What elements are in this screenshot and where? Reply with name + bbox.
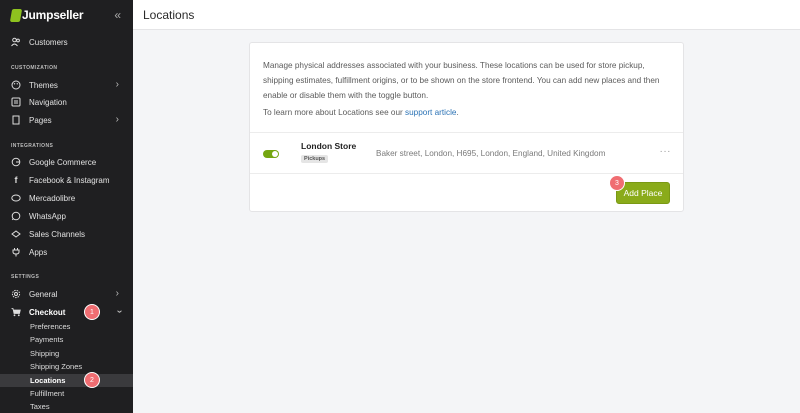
page-title: Locations: [143, 7, 195, 22]
sidebar-item-label: WhatsApp: [29, 211, 66, 221]
sidebar-sub-payments[interactable]: Payments: [0, 333, 133, 346]
location-enabled-toggle[interactable]: [263, 150, 279, 158]
location-tag: Pickups: [301, 155, 329, 163]
palette-icon: [11, 80, 21, 90]
navigation-icon: [11, 97, 21, 107]
sidebar-item-label: Pages: [29, 115, 52, 125]
users-icon: [11, 37, 21, 47]
sidebar-sub-shipping[interactable]: Shipping: [0, 347, 133, 360]
sidebar-item-label: Apps: [29, 247, 48, 257]
section-customization: CUSTOMIZATION: [11, 65, 58, 71]
sidebar-item-mercadolibre[interactable]: Mercadolibre: [0, 189, 133, 207]
collapse-sidebar-icon[interactable]: «: [114, 8, 121, 22]
logo-mark-icon: [9, 8, 23, 22]
sidebar-sub-shipping-zones[interactable]: Shipping Zones: [0, 360, 133, 373]
whatsapp-icon: [11, 211, 21, 221]
sidebar-item-customers[interactable]: Customers: [0, 33, 133, 51]
section-settings: SETTINGS: [11, 274, 40, 280]
sidebar-item-pages[interactable]: Pages ›: [0, 111, 133, 129]
sidebar-item-label: Sales Channels: [29, 229, 86, 239]
sidebar-item-label: Checkout: [29, 307, 66, 317]
sidebar-item-general[interactable]: General ›: [0, 285, 133, 303]
sidebar-item-sales-channels[interactable]: Sales Channels: [0, 225, 133, 243]
support-article-link[interactable]: support article: [405, 108, 456, 117]
chevron-down-icon: ›: [113, 309, 125, 314]
logo[interactable]: Jumpseller: [9, 8, 84, 22]
handshake-icon: [11, 193, 21, 203]
sidebar: Jumpseller « Customers CUSTOMIZATION The…: [0, 0, 133, 413]
sidebar-item-label: Customers: [29, 37, 68, 47]
sidebar-sub-fulfillment[interactable]: Fulfillment: [0, 387, 133, 400]
sidebar-sub-locations[interactable]: Locations: [0, 374, 133, 387]
sidebar-item-apps[interactable]: Apps: [0, 243, 133, 261]
chevron-right-icon: ›: [115, 79, 119, 90]
sidebar-item-label: General: [29, 289, 58, 299]
sidebar-item-label: Mercadolibre: [29, 193, 76, 203]
brand-bar: Jumpseller «: [0, 0, 133, 30]
step-badge-2: 2: [84, 372, 100, 388]
cart-icon: [11, 307, 21, 317]
facebook-icon: f: [14, 175, 18, 185]
step-badge-3: 3: [609, 175, 625, 191]
google-icon: [11, 157, 21, 167]
location-row: London Store Pickups Baker street, Londo…: [250, 132, 683, 174]
plug-icon: [11, 247, 21, 257]
locations-description: Manage physical addresses associated wit…: [263, 61, 660, 100]
sidebar-item-label: Facebook & Instagram: [29, 175, 110, 185]
locations-card: Manage physical addresses associated wit…: [249, 42, 684, 212]
learn-more-suffix: .: [456, 108, 459, 117]
learn-more-text: To learn more about Locations see our su…: [263, 108, 459, 117]
more-options-icon[interactable]: ···: [660, 146, 672, 157]
sidebar-item-label: Navigation: [29, 97, 67, 107]
learn-more-prefix: To learn more about Locations see our: [263, 108, 403, 117]
location-address: Baker street, London, H695, London, Engl…: [376, 149, 606, 158]
sidebar-item-label: Themes: [29, 80, 58, 90]
sidebar-item-facebook-instagram[interactable]: f Facebook & Instagram: [0, 171, 133, 189]
sidebar-item-checkout[interactable]: Checkout ›: [0, 303, 133, 321]
sidebar-sub-taxes[interactable]: Taxes: [0, 400, 133, 413]
logo-text: Jumpseller: [22, 8, 84, 22]
gear-icon: [11, 289, 21, 299]
section-integrations: INTEGRATIONS: [11, 143, 54, 149]
sidebar-item-whatsapp[interactable]: WhatsApp: [0, 207, 133, 225]
sidebar-sub-preferences[interactable]: Preferences: [0, 320, 133, 333]
sidebar-item-google-commerce[interactable]: Google Commerce: [0, 153, 133, 171]
sidebar-item-themes[interactable]: Themes ›: [0, 76, 133, 94]
sidebar-item-navigation[interactable]: Navigation: [0, 93, 133, 111]
chevron-right-icon: ›: [115, 288, 119, 299]
channels-icon: [11, 229, 21, 239]
step-badge-1: 1: [84, 304, 100, 320]
location-name[interactable]: London Store: [301, 141, 356, 151]
chevron-right-icon: ›: [115, 114, 119, 125]
pages-icon: [11, 115, 21, 125]
sidebar-item-label: Google Commerce: [29, 157, 97, 167]
page-header: Locations: [133, 0, 800, 30]
